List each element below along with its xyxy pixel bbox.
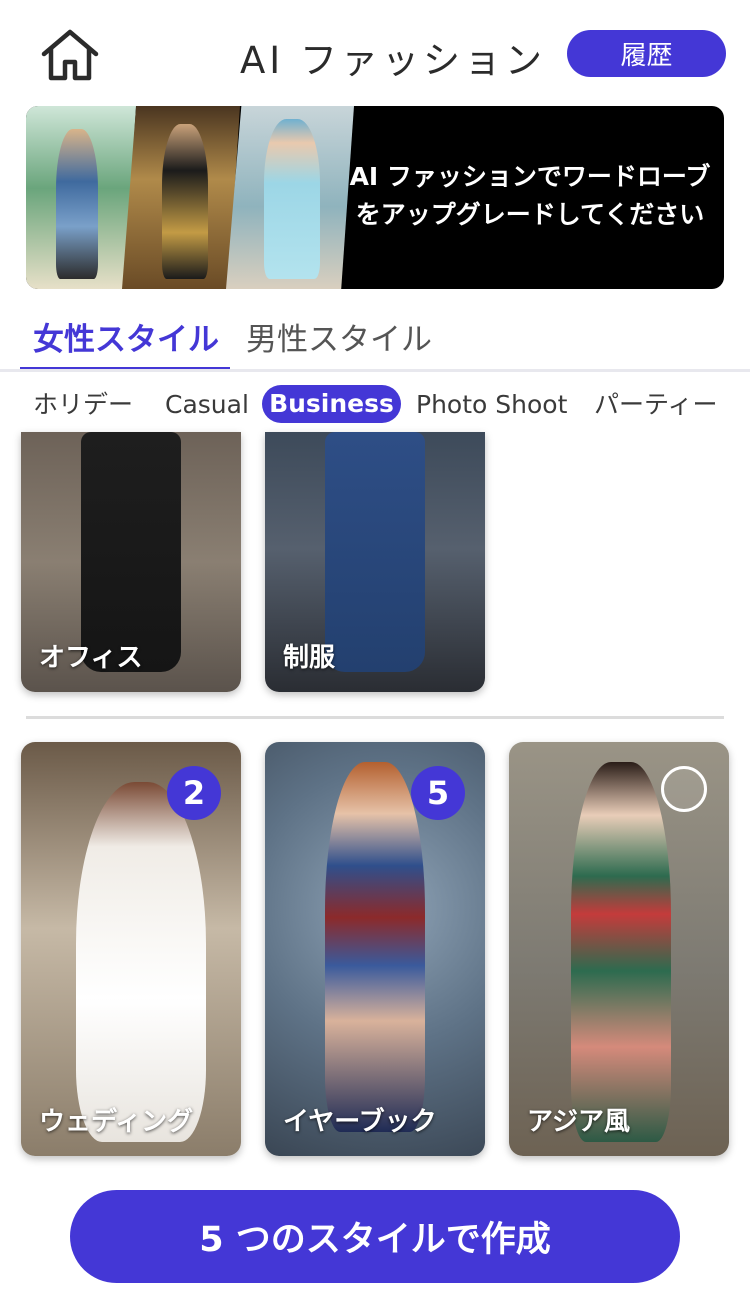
office-figure [81,432,181,672]
tab-divider [0,369,750,372]
banner-text: AI ファッションでワードローブ をアップグレードしてください [342,158,718,234]
kimono-figure [571,762,671,1142]
style-card-office[interactable]: オフィス [21,432,241,692]
style-card-label: ウェディング [39,1107,194,1137]
create-button[interactable]: 5 つのスタイルで作成 [70,1190,680,1283]
banner-text-line2: をアップグレードしてください [355,200,705,229]
banner-image-gown [122,106,240,289]
style-card-label: 制服 [283,643,336,673]
category-business[interactable]: Business [262,385,401,423]
uniform-figure [325,432,425,672]
selection-radio[interactable] [661,766,707,812]
style-card-label: アジア風 [527,1107,630,1137]
category-party[interactable]: パーティー [594,386,718,424]
wedding-figure [76,782,206,1142]
style-card-asian[interactable]: アジア風 [509,742,729,1156]
tab-women[interactable]: 女性スタイル [33,314,219,359]
style-card-wedding[interactable]: 2 ウェディング [21,742,241,1156]
home-button[interactable] [38,28,102,84]
banner-text-line1: AI ファッションでワードローブ [349,162,711,191]
banner-image-casual [26,106,136,289]
selection-count-badge: 2 [167,766,221,820]
page-title: AI ファッション [240,39,546,82]
banner-image-dress [226,106,354,289]
tab-men[interactable]: 男性スタイル [246,314,432,359]
category-holiday[interactable]: ホリデー [33,386,133,424]
category-casual[interactable]: Casual [165,386,249,424]
style-card-label: オフィス [39,643,143,673]
style-card-yearbook[interactable]: 5 イヤーブック [265,742,485,1156]
yearbook-figure [325,762,425,1132]
home-icon [41,29,99,81]
style-card-uniform[interactable]: 制服 [265,432,485,692]
category-photo-shoot[interactable]: Photo Shoot [416,386,567,424]
history-button[interactable]: 履歴 [567,30,726,77]
style-card-label: イヤーブック [283,1107,437,1137]
section-divider [26,716,724,719]
gender-tabs: 女性スタイル 男性スタイル [0,300,750,372]
promo-banner[interactable]: AI ファッションでワードローブ をアップグレードしてください [26,106,724,289]
selection-count-badge: 5 [411,766,465,820]
category-bar: ホリデー Casual Business Photo Shoot パーティー [0,382,750,426]
header: AI ファッション 履歴 [0,0,750,105]
